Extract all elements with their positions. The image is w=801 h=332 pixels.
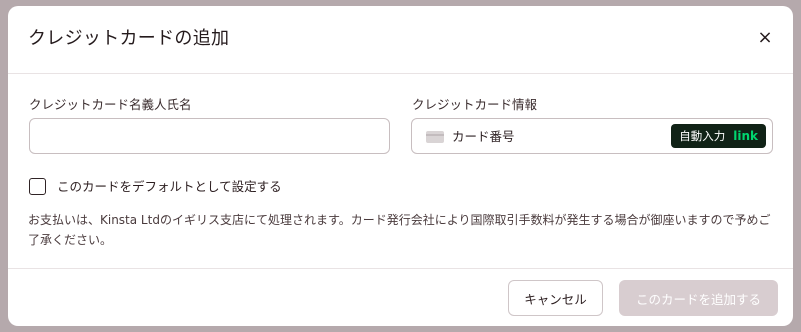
cardholder-name-input[interactable] [29, 118, 390, 154]
link-autofill-button[interactable]: 自動入力 link [671, 124, 766, 148]
close-icon[interactable]: × [751, 24, 779, 52]
default-card-checkbox[interactable] [29, 178, 46, 195]
payment-notice: お支払いは、Kinsta Ltdのイギリス支店にて処理されます。カード発行会社に… [28, 213, 771, 247]
link-autofill-label: 自動入力 [679, 129, 726, 143]
add-card-dialog: クレジットカードの追加 × クレジットカード名義人氏名 クレジットカード情報 カ… [8, 6, 793, 326]
cancel-button[interactable]: キャンセル [508, 280, 603, 316]
card-info-label: クレジットカード情報 [412, 97, 538, 112]
add-card-button[interactable]: このカードを追加する [619, 280, 778, 316]
default-card-checkbox-label[interactable]: このカードをデフォルトとして設定する [57, 178, 282, 196]
footer-divider [8, 268, 793, 269]
cardholder-name-label: クレジットカード名義人氏名 [29, 97, 192, 112]
dialog-header: クレジットカードの追加 × [8, 6, 793, 74]
link-logo: link [733, 129, 758, 143]
card-number-input[interactable]: カード番号 自動入力 link [411, 118, 773, 154]
credit-card-icon [426, 131, 444, 143]
card-number-placeholder: カード番号 [452, 129, 515, 144]
dialog-title: クレジットカードの追加 [28, 28, 230, 49]
